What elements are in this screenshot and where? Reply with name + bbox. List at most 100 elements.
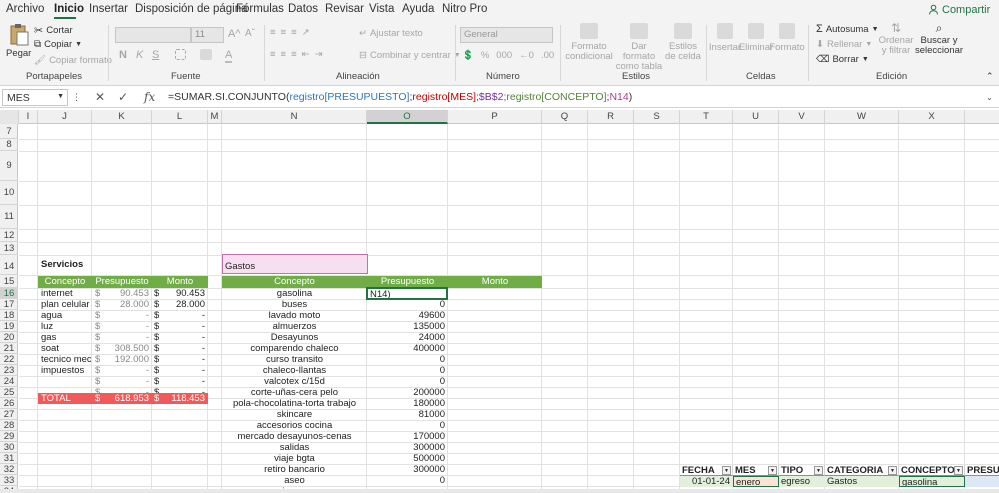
registro-cell[interactable] xyxy=(965,476,999,487)
format-table-button[interactable]: Dar formato como tabla xyxy=(615,23,663,72)
font-name-select[interactable] xyxy=(115,27,191,43)
gastos-presupuesto[interactable]: 180000 xyxy=(368,398,445,409)
row-header[interactable]: 14 xyxy=(0,255,18,275)
menu-inicio[interactable]: Inicio xyxy=(54,3,84,15)
gastos-presupuesto[interactable]: 81000 xyxy=(368,409,445,420)
filter-dropdown-icon[interactable]: ▼ xyxy=(722,466,731,475)
underline-button[interactable]: S xyxy=(152,49,159,61)
gastos-concepto[interactable]: retiro bancario xyxy=(222,464,367,475)
row-header[interactable]: 30 xyxy=(0,442,18,453)
row-header[interactable]: 31 xyxy=(0,453,18,464)
number-format-select[interactable]: General xyxy=(460,27,553,43)
gastos-concepto[interactable]: mercado desayunos-cenas xyxy=(222,431,367,442)
gastos-presupuesto[interactable]: 0 xyxy=(368,299,445,310)
gastos-concepto[interactable]: salidas xyxy=(222,442,367,453)
registro-cell[interactable]: gasolina xyxy=(899,476,965,487)
gastos-presupuesto[interactable]: 135000 xyxy=(368,321,445,332)
row-header[interactable]: 13 xyxy=(0,242,18,255)
gastos-presupuesto[interactable]: 0 xyxy=(368,365,445,376)
servicios-concepto[interactable]: internet xyxy=(41,288,91,299)
servicios-total-monto[interactable]: 118.453 xyxy=(167,393,205,404)
insert-cells-button[interactable]: Insertar xyxy=(709,23,741,53)
column-header[interactable]: J xyxy=(38,110,92,124)
gastos-concepto[interactable]: buses xyxy=(222,299,367,310)
registro-header[interactable]: FECHA ▼ xyxy=(680,465,733,476)
menu-archivo[interactable]: Archivo xyxy=(6,3,44,15)
menu-vista[interactable]: Vista xyxy=(369,3,394,15)
cut-button[interactable]: ✂ Cortar xyxy=(34,24,73,37)
registro-header[interactable]: MES ▼ xyxy=(733,465,779,476)
gastos-concepto[interactable]: gasolina xyxy=(222,288,367,299)
gastos-concepto[interactable]: accesorios cocina xyxy=(222,420,367,431)
gastos-concepto[interactable]: comparendo chaleco xyxy=(222,343,367,354)
gastos-presupuesto[interactable]: 500000 xyxy=(368,453,445,464)
gastos-concepto[interactable]: Desayunos xyxy=(222,332,367,343)
registro-header[interactable]: CATEGORIA ▼ xyxy=(825,465,899,476)
servicios-monto[interactable]: - xyxy=(167,365,205,376)
servicios-concepto[interactable]: plan celular xyxy=(41,299,91,310)
registro-header[interactable]: TIPO ▼ xyxy=(779,465,825,476)
name-box[interactable]: MES ▼ xyxy=(2,89,68,106)
gastos-concepto[interactable]: valcotex c/15d xyxy=(222,376,367,387)
row-header[interactable]: 27 xyxy=(0,409,18,420)
menu-formulas[interactable]: Fórmulas xyxy=(236,3,284,15)
column-header[interactable]: Q xyxy=(542,110,588,124)
gastos-concepto[interactable]: lavado moto xyxy=(222,310,367,321)
gastos-header-monto[interactable]: Monto xyxy=(448,276,542,288)
gastos-presupuesto[interactable]: 300000 xyxy=(368,464,445,475)
servicios-monto[interactable]: 90.453 xyxy=(167,288,205,299)
column-header[interactable]: S xyxy=(634,110,680,124)
gastos-concepto[interactable]: aseo xyxy=(222,475,367,486)
column-header[interactable]: N xyxy=(222,110,367,124)
gastos-concepto[interactable]: skincare xyxy=(222,409,367,420)
column-header[interactable]: U xyxy=(733,110,779,124)
row-header[interactable]: 20 xyxy=(0,332,18,343)
registro-cell[interactable]: enero xyxy=(733,476,779,487)
servicios-monto[interactable]: - xyxy=(167,321,205,332)
gastos-concepto[interactable]: almuerzos xyxy=(222,321,367,332)
servicios-monto[interactable]: - xyxy=(167,376,205,387)
gastos-presupuesto[interactable]: 0 xyxy=(368,354,445,365)
servicios-monto[interactable]: - xyxy=(167,354,205,365)
servicios-concepto[interactable]: agua xyxy=(41,310,91,321)
clear-button[interactable]: ⌫ Borrar ▼ xyxy=(816,54,869,65)
filter-dropdown-icon[interactable]: ▼ xyxy=(768,466,777,475)
column-header[interactable]: R xyxy=(588,110,634,124)
row-header[interactable]: 18 xyxy=(0,310,18,321)
column-header[interactable]: M xyxy=(208,110,222,124)
menu-nitro[interactable]: Nitro Pro xyxy=(442,3,487,15)
gastos-header-concepto[interactable]: Concepto xyxy=(222,276,367,288)
gastos-concepto[interactable]: pola-chocolatina-torta trabajo xyxy=(222,398,367,409)
fill-color-button[interactable] xyxy=(200,49,212,60)
grow-font-button[interactable]: A^ xyxy=(228,28,241,40)
row-header[interactable]: 24 xyxy=(0,376,18,387)
insert-function-icon[interactable]: fx xyxy=(144,90,155,104)
italic-button[interactable]: K xyxy=(136,49,143,61)
column-header[interactable] xyxy=(965,110,999,124)
servicios-concepto[interactable]: gas xyxy=(41,332,91,343)
cell-styles-button[interactable]: Estilos de celda xyxy=(664,23,702,62)
collapse-ribbon-icon[interactable]: ⌃ xyxy=(986,71,994,82)
registro-cell[interactable]: Gastos xyxy=(825,476,899,487)
row-header[interactable]: 26 xyxy=(0,398,18,409)
merge-center-button[interactable]: ⊟ Combinar y centrar ▼ xyxy=(359,50,461,61)
servicios-presupuesto[interactable]: - xyxy=(109,310,149,321)
cancel-icon[interactable]: ✕ xyxy=(95,90,105,104)
row-header[interactable]: 17 xyxy=(0,299,18,310)
row-header[interactable]: 7 xyxy=(0,124,18,139)
conditional-format-button[interactable]: Formato condicional xyxy=(563,23,615,62)
borders-button[interactable] xyxy=(175,49,186,60)
fill-button[interactable]: ⬇ Rellenar ▼ xyxy=(816,39,872,50)
active-cell-o16[interactable]: N14) xyxy=(366,287,448,300)
servicios-concepto[interactable]: impuestos xyxy=(41,365,91,376)
row-header[interactable]: 22 xyxy=(0,354,18,365)
row-header-selected[interactable]: 16 xyxy=(0,288,18,299)
servicios-monto[interactable]: 28.000 xyxy=(167,299,205,310)
servicios-total-presupuesto[interactable]: 618.953 xyxy=(109,393,149,404)
font-color-button[interactable]: A xyxy=(225,49,233,63)
servicios-concepto[interactable]: soat xyxy=(41,343,91,354)
row-header[interactable]: 23 xyxy=(0,365,18,376)
formula-input[interactable]: =SUMAR.SI.CONJUNTO(registro[PRESUPUESTO]… xyxy=(168,91,632,103)
row-header[interactable]: 10 xyxy=(0,181,18,205)
horizontal-align-buttons[interactable]: ≡ ≡ ≡ ⇤ ⇥ xyxy=(270,49,323,60)
